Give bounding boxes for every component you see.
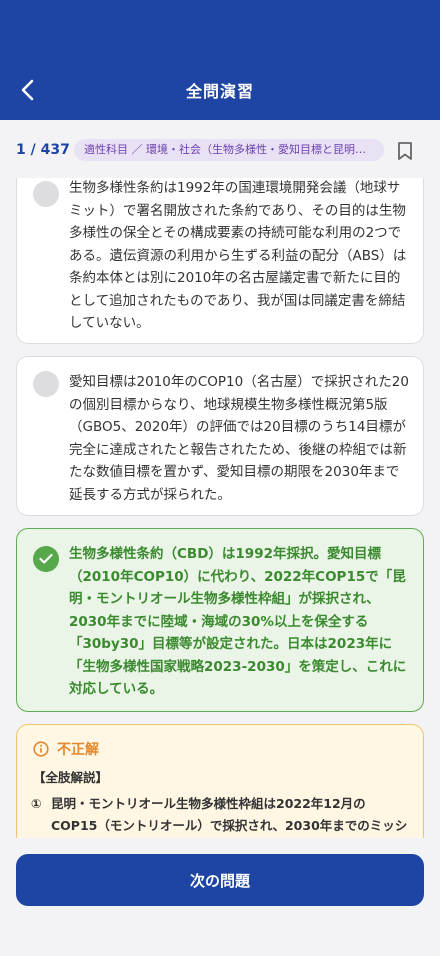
- status-label: 不正解: [57, 742, 99, 758]
- category-tag: 適性科目 ／ 環境・社会（生物多様性・愛知目標と昆明モ…: [74, 139, 384, 161]
- option-radio[interactable]: [33, 371, 59, 397]
- result-status: 不正解: [33, 739, 99, 759]
- option-text: 生物多様性条約は1992年の国連環境開発会議（地球サミット）で署名開放された条約…: [69, 180, 407, 331]
- answer-option-1[interactable]: 生物多様性条約は1992年の国連環境開発会議（地球サミット）で署名開放された条約…: [16, 178, 424, 344]
- info-icon: [33, 741, 49, 757]
- item-text: 昆明・モントリオール生物多様性枠組は2022年12月のCOP15（モントリオール…: [51, 796, 408, 833]
- page-title: 全問演習: [185, 82, 254, 101]
- bookmark-icon: [398, 142, 412, 160]
- footer-bar: 次の問題: [0, 838, 440, 956]
- question-counter: 1 / 437: [16, 142, 70, 158]
- explanation-panel: 不正解 【全肢解説】 ① 昆明・モントリオール生物多様性枠組は2022年12月の…: [16, 724, 424, 838]
- question-info-bar: 1 / 437 適性科目 ／ 環境・社会（生物多様性・愛知目標と昆明モ…: [0, 120, 440, 178]
- answer-option-3-correct[interactable]: 生物多様性条約（CBD）は1992年採択。愛知目標（2010年COP10）に代わ…: [16, 528, 424, 712]
- next-question-button[interactable]: 次の問題: [16, 854, 424, 906]
- bookmark-button[interactable]: [394, 139, 416, 163]
- check-icon: [39, 553, 53, 564]
- explanation-section-title: 【全肢解説】: [33, 770, 109, 785]
- option-text: 生物多様性条約（CBD）は1992年採択。愛知目標（2010年COP10）に代わ…: [69, 546, 407, 697]
- check-circle[interactable]: [33, 546, 59, 572]
- explanation-item: ① 昆明・モントリオール生物多様性枠組は2022年12月のCOP15（モントリオ…: [31, 793, 411, 838]
- item-number: ①: [31, 796, 42, 811]
- option-radio[interactable]: [33, 181, 59, 207]
- question-scroll-area[interactable]: 生物多様性条約は1992年の国連環境開発会議（地球サミット）で署名開放された条約…: [0, 178, 440, 838]
- app-header: 全問演習: [0, 0, 440, 120]
- option-text: 愛知目標は2010年のCOP10（名古屋）で採択された20の個別目標からなり、地…: [69, 374, 409, 503]
- answer-option-2[interactable]: 愛知目標は2010年のCOP10（名古屋）で採択された20の個別目標からなり、地…: [16, 356, 424, 516]
